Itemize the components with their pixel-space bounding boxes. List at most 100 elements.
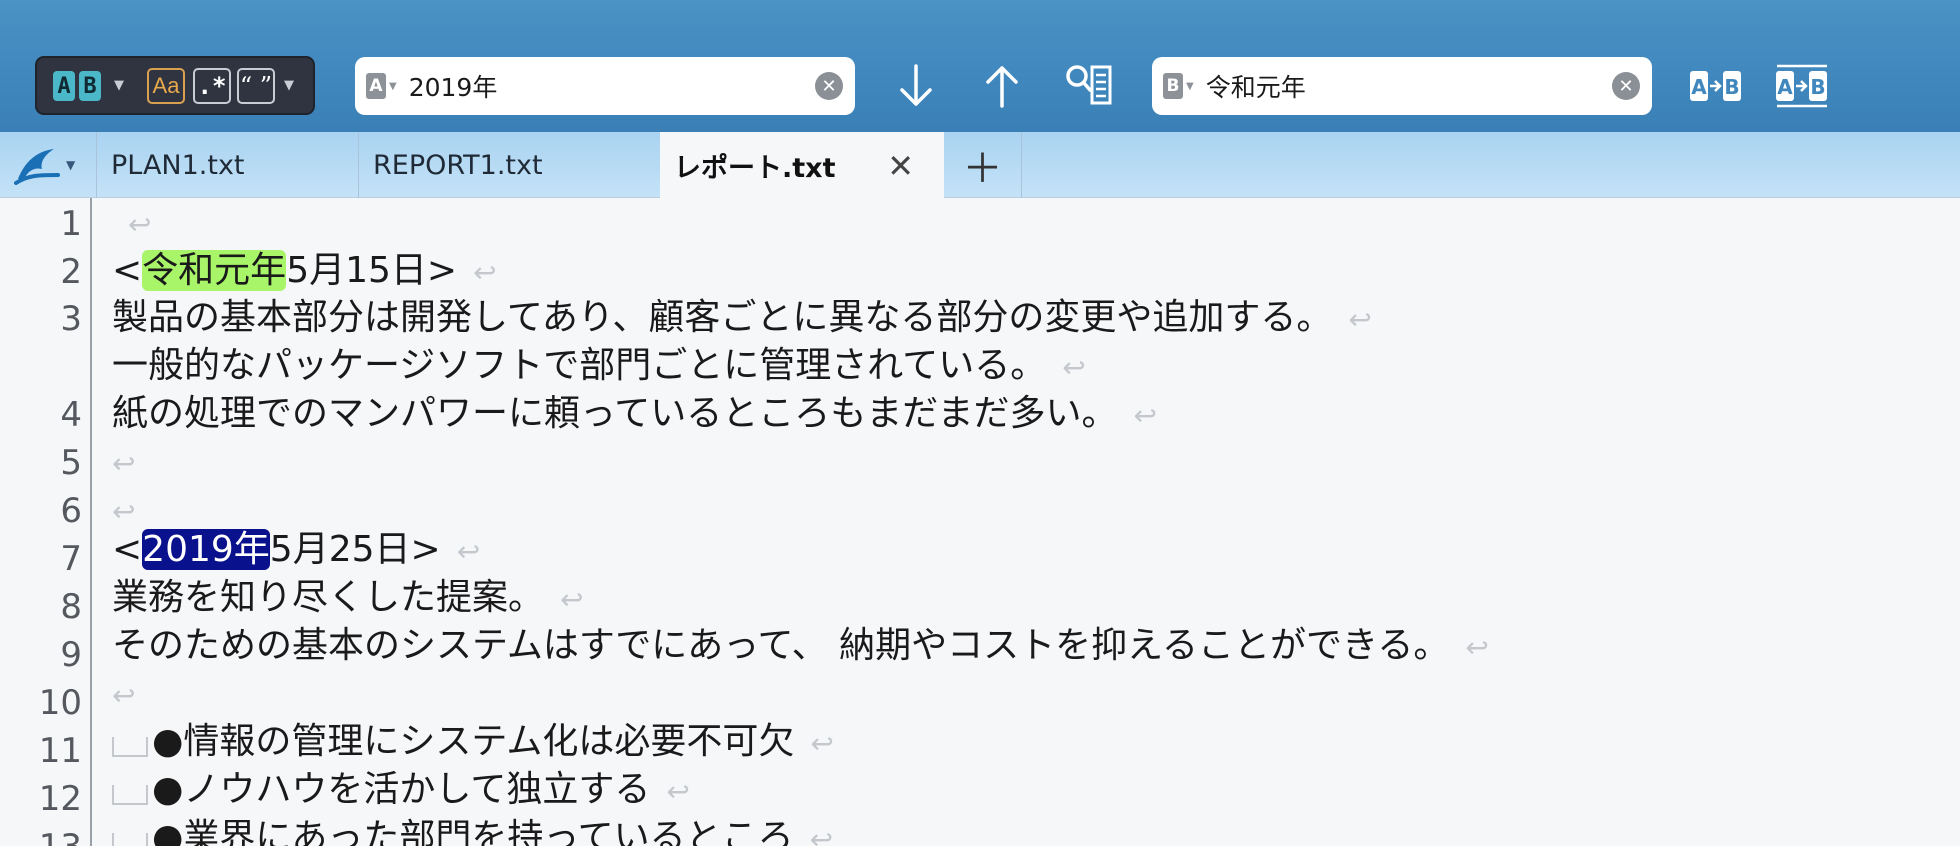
text-editor[interactable]: 1 2 3 4 5 6 7 8 9 10 11 12 13 ↩ <令和元年5月1… xyxy=(0,198,1960,846)
chevron-down-icon[interactable]: ▼ xyxy=(389,81,397,92)
plus-icon: ＋ xyxy=(962,146,1003,192)
svg-text:B: B xyxy=(1724,75,1739,99)
regex-button[interactable]: .* xyxy=(193,68,231,104)
tab-label: REPORT1.txt xyxy=(373,149,543,181)
clear-icon[interactable]: ✕ xyxy=(1612,72,1640,100)
line-text: 一般的なパッケージソフトで部門ごとに管理されている。 xyxy=(112,345,1047,386)
line-number: 11 xyxy=(38,731,82,771)
line-number: 12 xyxy=(38,779,82,819)
search-options-group: A B ▼ Aa .* “ ” ▼ xyxy=(35,56,315,115)
close-icon[interactable]: ✕ xyxy=(887,147,914,185)
find-previous-button[interactable] xyxy=(976,60,1028,112)
return-mark-icon: ↩ xyxy=(1133,399,1157,432)
search-list-icon xyxy=(1066,65,1112,105)
tab-mark-icon xyxy=(112,785,148,805)
code-line: そのための基本のシステムはすでにあって、 納期やコストを抑えることができる。 ↩ xyxy=(112,623,1489,671)
code-line: <2019年5月25日> ↩ xyxy=(112,527,480,575)
app-menu-button[interactable]: ▼ xyxy=(14,140,84,190)
replace-badge[interactable]: B xyxy=(1163,73,1183,99)
return-mark-icon: ↩ xyxy=(1062,351,1086,384)
replace-all-icon: A B xyxy=(1776,64,1827,108)
replace-button[interactable]: A B xyxy=(1688,60,1744,112)
match-highlight: 令和元年 xyxy=(142,250,287,291)
replace-icon: A B xyxy=(1690,71,1741,101)
line-text: ●情報の管理にシステム化は必要不可欠 xyxy=(152,721,795,762)
return-mark-icon: ↩ xyxy=(456,535,481,568)
line-text: 業務を知り尽くした提案。 xyxy=(112,577,545,618)
line-number: 9 xyxy=(60,635,82,675)
code-line: ↩ xyxy=(112,200,151,248)
arrow-down-icon xyxy=(900,64,932,106)
chevron-down-icon[interactable]: ▼ xyxy=(1186,81,1194,92)
code-line: ●業界にあった部門を持っているところ ↩ xyxy=(112,815,833,846)
return-mark-icon: ↩ xyxy=(112,495,136,528)
return-mark-icon: ↩ xyxy=(809,823,834,846)
code-line: 紙の処理でのマンパワーに頼っているところもまだまだ多い。 ↩ xyxy=(112,391,1157,439)
line-text: < xyxy=(112,529,143,570)
line-number: 3 xyxy=(60,299,82,339)
code-line: 業務を知り尽くした提案。 ↩ xyxy=(112,575,583,623)
line-number: 6 xyxy=(60,491,82,531)
line-number: 1 xyxy=(60,204,82,244)
quote-button[interactable]: “ ” xyxy=(237,68,275,104)
line-text: 5月15日> xyxy=(286,250,458,291)
tab-mark-icon xyxy=(112,833,148,846)
find-next-button[interactable] xyxy=(890,60,942,112)
arrow-up-icon xyxy=(986,66,1018,108)
mode-a-label: A xyxy=(53,71,75,101)
return-mark-icon: ↩ xyxy=(473,256,497,289)
svg-text:A: A xyxy=(1691,75,1707,99)
find-input[interactable] xyxy=(408,71,815,101)
line-number: 2 xyxy=(60,252,82,292)
tab-bar: ▼ PLAN1.txt REPORT1.txt レポート.txt ✕ ＋ xyxy=(0,132,1960,198)
code-line: 製品の基本部分は開発してあり、顧客ごとに異なる部分の変更や追加する。 ↩ xyxy=(112,295,1372,343)
clear-icon[interactable]: ✕ xyxy=(815,72,843,100)
selected-match: 2019年 xyxy=(142,529,270,570)
line-text: 製品の基本部分は開発してあり、顧客ごとに異なる部分の変更や追加する。 xyxy=(112,297,1333,338)
line-text: ●業界にあった部門を持っているところ xyxy=(152,817,794,846)
return-mark-icon: ↩ xyxy=(112,447,136,480)
return-mark-icon: ↩ xyxy=(810,727,834,760)
tab-report-active[interactable]: レポート.txt ✕ xyxy=(660,132,944,198)
line-text: そのための基本のシステムはすでにあって、 納期やコストを抑えることができる。 xyxy=(112,625,1450,666)
code-line: 一般的なパッケージソフトで部門ごとに管理されている。 ↩ xyxy=(112,343,1086,391)
return-mark-icon: ↩ xyxy=(666,775,690,808)
line-number: 5 xyxy=(60,443,82,483)
new-tab-button[interactable]: ＋ xyxy=(944,132,1022,198)
line-text: 紙の処理でのマンパワーに頼っているところもまだまだ多い。 xyxy=(112,393,1118,434)
tab-report1[interactable]: REPORT1.txt xyxy=(358,132,660,198)
svg-text:A: A xyxy=(1777,75,1793,99)
return-mark-icon: ↩ xyxy=(112,679,136,712)
return-mark-icon: ↩ xyxy=(1348,303,1372,336)
match-case-button[interactable]: Aa xyxy=(147,68,185,104)
line-text: < xyxy=(112,250,143,291)
line-number: 13 xyxy=(39,827,82,846)
app-logo-icon xyxy=(14,149,60,185)
mode-b-label: B xyxy=(79,71,101,101)
replace-field: B ▼ ✕ xyxy=(1152,57,1652,115)
search-mode-button[interactable]: A B xyxy=(51,68,103,104)
find-field: A ▼ ✕ xyxy=(355,57,855,115)
line-text: 5月25日> xyxy=(269,529,441,570)
chevron-down-icon[interactable]: ▼ xyxy=(284,78,294,93)
tab-mark-icon xyxy=(112,737,148,757)
find-badge[interactable]: A xyxy=(366,73,386,99)
replace-input[interactable] xyxy=(1205,71,1612,101)
code-line: ↩ xyxy=(112,439,135,487)
find-replace-toolbar: A B ▼ Aa .* “ ” ▼ A ▼ ✕ B ▼ ✕ xyxy=(0,0,1960,132)
line-number-gutter: 1 2 3 4 5 6 7 8 9 10 11 12 13 xyxy=(0,198,92,846)
line-number: 7 xyxy=(60,539,82,579)
code-line: ●情報の管理にシステム化は必要不可欠 ↩ xyxy=(112,719,834,767)
tab-plan1[interactable]: PLAN1.txt xyxy=(96,132,358,198)
line-number: 8 xyxy=(60,587,82,627)
return-mark-icon: ↩ xyxy=(128,208,152,241)
tab-label: レポート.txt xyxy=(674,152,836,184)
svg-text:B: B xyxy=(1810,75,1825,99)
chevron-down-icon[interactable]: ▼ xyxy=(114,78,124,93)
code-line: ●ノウハウを活かして独立する ↩ xyxy=(112,767,690,815)
line-text: ●ノウハウを活かして独立する xyxy=(152,769,651,810)
tab-label: PLAN1.txt xyxy=(111,149,245,181)
find-all-button[interactable] xyxy=(1064,60,1116,112)
replace-all-button[interactable]: A B xyxy=(1774,60,1830,112)
chevron-down-icon: ▼ xyxy=(66,158,76,172)
